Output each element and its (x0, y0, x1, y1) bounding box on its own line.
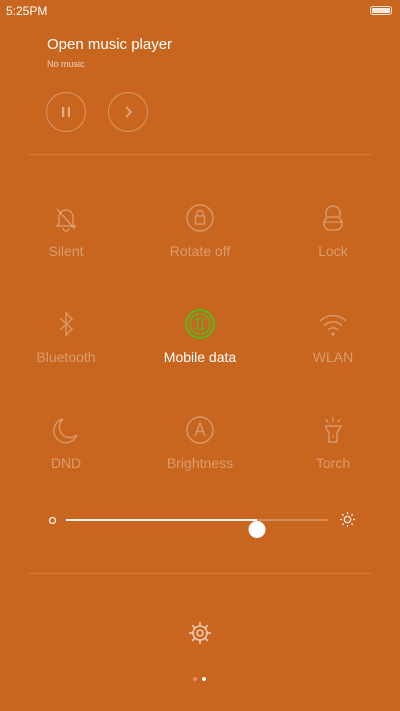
toggle-label: DND (50, 455, 82, 471)
toggle-label: WLAN (312, 349, 354, 365)
next-icon (125, 106, 133, 118)
toggle-brightness[interactable]: Brightness (145, 413, 255, 471)
music-title[interactable]: Open music player (47, 36, 172, 53)
brightness-fill (66, 519, 257, 521)
brightness-track[interactable] (66, 519, 328, 538)
pause-icon (62, 107, 70, 117)
divider-top (28, 154, 372, 155)
mobile-data-icon (184, 308, 216, 340)
wifi-icon (319, 314, 347, 336)
brightness-low-icon (48, 516, 57, 525)
music-player[interactable]: Open music player No music (47, 36, 172, 69)
pause-button[interactable] (46, 92, 86, 132)
music-controls (46, 92, 170, 132)
battery-icon (370, 6, 392, 15)
lock-icon (323, 205, 343, 231)
toggle-rotate[interactable]: Rotate off (145, 201, 255, 259)
page-dot (202, 677, 206, 681)
brightness-slider[interactable] (44, 508, 356, 538)
toggle-label: Bluetooth (36, 349, 96, 365)
music-subtitle: No music (47, 59, 85, 69)
gear-icon[interactable] (186, 619, 214, 647)
toggle-label: Torch (315, 455, 351, 471)
toggle-label: Rotate off (169, 243, 231, 259)
bluetooth-icon (59, 311, 74, 337)
toggle-lock[interactable]: Lock (278, 201, 388, 259)
toggle-label: Lock (318, 243, 348, 259)
next-button[interactable] (108, 92, 148, 132)
toggle-label: Silent (48, 243, 84, 259)
page-indicator (193, 677, 211, 681)
bell-off-icon (55, 208, 77, 232)
toggle-label: Brightness (166, 455, 234, 471)
flashlight-icon (324, 417, 343, 443)
toggle-silent[interactable]: Silent (11, 201, 121, 259)
status-time: 5:25PM (6, 4, 48, 18)
brightness-high-icon (340, 512, 355, 527)
auto-brightness-icon (186, 416, 214, 444)
brightness-thumb[interactable] (248, 521, 266, 538)
toggle-dnd[interactable]: DND (11, 413, 121, 471)
page-dot (193, 677, 197, 681)
toggle-torch[interactable]: Torch (278, 413, 388, 471)
toggle-wlan[interactable]: WLAN (278, 307, 388, 365)
toggle-mobile-data[interactable]: Mobile data (145, 307, 255, 365)
rotation-lock-icon (186, 204, 214, 232)
status-bar: 5:25PM (0, 0, 400, 22)
moon-icon (53, 418, 78, 444)
toggle-label: Mobile data (163, 349, 237, 365)
divider-bottom (28, 573, 372, 574)
toggle-bluetooth[interactable]: Bluetooth (11, 307, 121, 365)
